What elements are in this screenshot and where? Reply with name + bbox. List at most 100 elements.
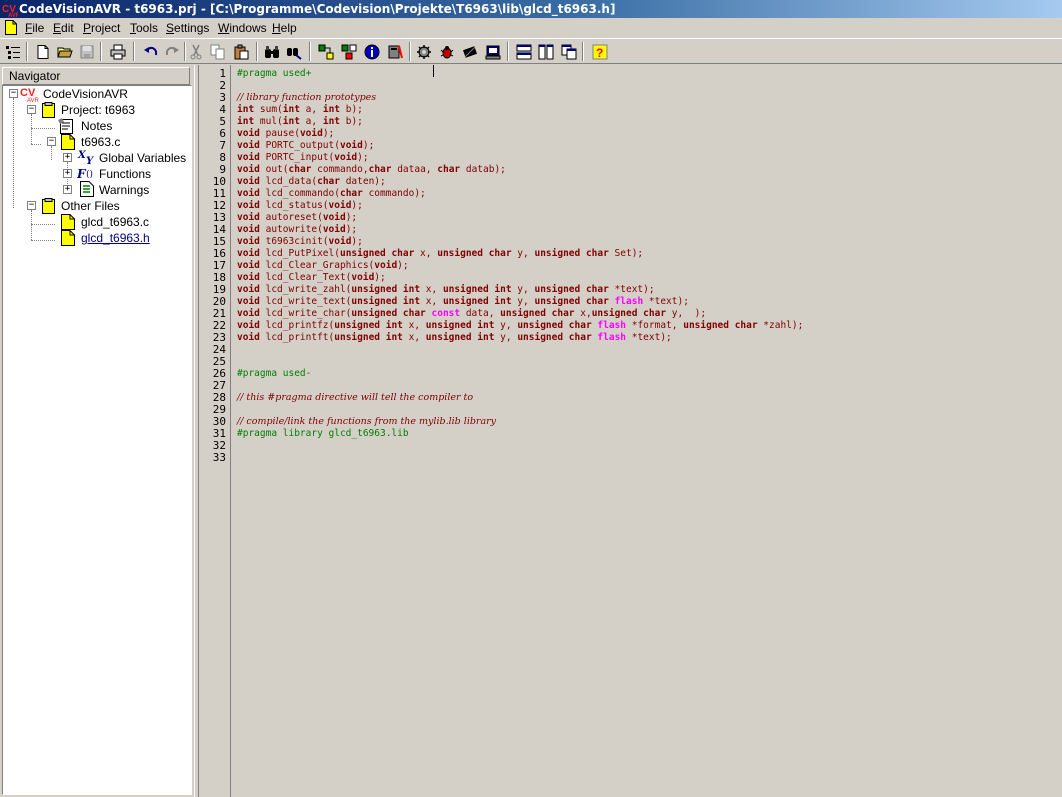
code-token: int xyxy=(237,116,255,127)
menu-file[interactable]: File xyxy=(25,21,44,35)
menu-help-accel: H xyxy=(272,21,281,35)
open-file-icon[interactable] xyxy=(55,41,75,62)
tree-node-label: glcd_t6963.h xyxy=(81,231,150,245)
settings-gear-icon[interactable] xyxy=(414,41,434,62)
code-token: void xyxy=(322,212,346,223)
tree-line xyxy=(51,146,52,160)
expander-functions[interactable]: + xyxy=(63,169,72,178)
tree-line xyxy=(13,98,14,208)
tree-node-source[interactable]: t6963.c xyxy=(81,134,120,150)
code-token: flash xyxy=(597,320,627,331)
menu-project-accel: P xyxy=(83,21,92,35)
find-icon[interactable] xyxy=(262,41,282,62)
code-token: #pragma library glcd_t6963.lib xyxy=(237,428,409,439)
code-token: autoreset( xyxy=(259,212,323,223)
tree-node-other-files[interactable]: Other Files xyxy=(61,198,120,214)
menu-bar: File Edit Project Tools Settings Windows… xyxy=(0,18,1062,38)
expander-source[interactable]: − xyxy=(47,137,56,146)
code-line: void lcd_Clear_Text(void); xyxy=(237,272,386,284)
codevision-app-icon[interactable]: CVAVR xyxy=(2,1,21,19)
header-file-icon xyxy=(61,230,75,249)
expander-other-files[interactable]: − xyxy=(27,201,36,210)
save-icon[interactable] xyxy=(77,41,97,62)
compile-icon[interactable] xyxy=(339,41,359,62)
cascade-icon[interactable] xyxy=(559,41,579,62)
new-file-icon[interactable] xyxy=(33,41,53,62)
check-syntax-icon[interactable] xyxy=(316,41,336,62)
code-token: unsigned int xyxy=(425,320,495,331)
code-token: unsigned int xyxy=(334,332,403,343)
tile-horizontal-icon[interactable] xyxy=(514,41,534,62)
tree-node-label: CodeVisionAVR xyxy=(43,87,128,101)
code-line: #pragma library glcd_t6963.lib xyxy=(237,428,409,440)
tree-node-file-glcd-h[interactable]: glcd_t6963.h xyxy=(81,230,150,246)
tree-node-file-glcd-c[interactable]: glcd_t6963.c xyxy=(81,214,149,230)
menu-settings[interactable]: Settings xyxy=(166,21,209,35)
tree-node-notes[interactable]: Notes xyxy=(81,118,112,134)
debugger-bug-icon[interactable] xyxy=(437,41,457,62)
tree-node-label: Global Variables xyxy=(99,151,187,165)
tree-node-warnings[interactable]: Warnings xyxy=(99,182,149,198)
cut-icon[interactable] xyxy=(186,41,206,62)
code-token: void xyxy=(237,152,260,163)
menu-help[interactable]: Help xyxy=(272,21,297,35)
terminal-icon[interactable] xyxy=(483,41,503,62)
expander-root[interactable]: − xyxy=(9,89,18,98)
navigator-tree[interactable]: − CV AVR CodeVisionAVR − Project: t6963 N… xyxy=(2,85,192,795)
code-line: int mul(int a, int b); xyxy=(237,116,363,128)
code-token: x, xyxy=(574,308,592,319)
navigator-icon[interactable] xyxy=(3,41,23,62)
code-line: #pragma used- xyxy=(237,368,311,380)
chip-programmer-icon[interactable] xyxy=(460,41,480,62)
code-token: char xyxy=(368,164,392,175)
redo-icon[interactable] xyxy=(162,41,182,62)
code-token: ); xyxy=(345,224,358,235)
replace-icon[interactable] xyxy=(284,41,304,62)
tree-node-root[interactable]: CodeVisionAVR xyxy=(43,86,128,102)
expander-warnings[interactable]: + xyxy=(63,185,72,194)
print-icon[interactable] xyxy=(108,41,128,62)
code-editor[interactable]: 1 2 3 4 5 6 7 8 9 10 11 12 13 14 15 16 17 18 19 20 21 22 23 24 2… xyxy=(199,65,1062,797)
code-token: a, xyxy=(299,116,323,127)
code-token: // library function prototypes xyxy=(237,92,377,103)
tree-node-label: Other Files xyxy=(61,199,120,213)
code-token: t6963cinit( xyxy=(259,236,329,247)
code-token: unsigned char xyxy=(437,248,512,259)
info-icon[interactable] xyxy=(362,41,382,62)
code-token: x, xyxy=(402,320,426,331)
code-token: ); xyxy=(357,152,369,163)
code-token: void xyxy=(237,200,260,211)
source-file-icon xyxy=(61,134,75,153)
menu-windows[interactable]: Windows xyxy=(218,21,267,35)
code-token: out( xyxy=(259,164,289,175)
menu-project[interactable]: Project xyxy=(83,21,120,35)
code-line: void lcd_printfz(unsigned int x, unsigne… xyxy=(237,320,803,332)
menu-tools[interactable]: Tools xyxy=(130,21,158,35)
menu-edit[interactable]: Edit xyxy=(53,21,74,35)
tree-node-project[interactable]: Project: t6963 xyxy=(61,102,135,118)
tree-node-functions[interactable]: Functions xyxy=(99,166,151,182)
code-token: flash xyxy=(614,296,644,307)
code-line: void out(char commando,char dataa, char … xyxy=(237,164,506,176)
code-line: #pragma used+ xyxy=(237,68,311,80)
paste-icon[interactable] xyxy=(231,41,251,62)
code-token: a, xyxy=(299,104,323,115)
expander-project[interactable]: − xyxy=(27,105,36,114)
code-token: unsigned int xyxy=(351,284,421,295)
make-icon[interactable] xyxy=(385,41,405,62)
code-line: void lcd_PutPixel(unsigned char x, unsig… xyxy=(237,248,643,260)
undo-icon[interactable] xyxy=(141,41,161,62)
document-icon[interactable] xyxy=(5,20,17,35)
code-token: lcd_printft( xyxy=(259,332,335,343)
code-token: pause( xyxy=(259,128,300,139)
help-icon[interactable]: ? xyxy=(590,41,610,62)
tile-vertical-icon[interactable] xyxy=(536,41,556,62)
tree-node-global-vars[interactable]: Global Variables xyxy=(99,150,186,166)
code-token: unsigned int xyxy=(425,332,495,343)
code-token: sum( xyxy=(254,104,283,115)
menu-edit-accel: E xyxy=(53,21,62,35)
copy-icon[interactable] xyxy=(208,41,228,62)
code-line: void lcd_write_text(unsigned int x, unsi… xyxy=(237,296,689,308)
code-token: void xyxy=(237,128,260,139)
expander-global-vars[interactable]: + xyxy=(63,153,72,162)
